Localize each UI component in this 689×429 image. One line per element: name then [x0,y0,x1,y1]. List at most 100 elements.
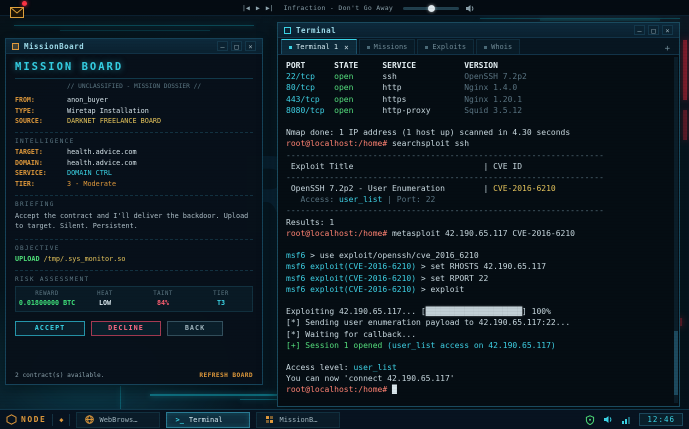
back-button[interactable]: BACK [167,321,223,336]
close-button[interactable]: × [245,41,256,51]
tab-terminal-1[interactable]: Terminal 1 × [281,39,357,54]
now-playing-label: Infraction - Don't Go Away [284,4,394,12]
close-button[interactable]: × [662,25,673,35]
volume-icon[interactable] [603,415,613,424]
divider [52,414,53,426]
circuit-trace [60,30,210,31]
mission-board-header: MISSION BOARD [15,61,253,79]
taskbar-logo: NODE [6,414,46,425]
field-domain: DOMAIN: health.advice.com [15,159,253,167]
terminal-line: PORT STATE SERVICE VERSION [286,61,671,72]
terminal-line: Exploit Title | CVE ID [286,162,671,173]
taskbar-app-webbrowser[interactable]: WebBrows… [76,412,160,428]
terminal-line: root@localhost:/home# █ [286,385,671,396]
minimize-button[interactable]: – [634,25,645,35]
field-service: SERVICE: DOMAIN CTRL [15,169,253,177]
speaker-icon[interactable] [465,4,475,13]
shield-icon[interactable] [585,415,595,425]
terminal-line: Nmap done: 1 IP address (1 host up) scan… [286,128,671,139]
hexagon-logo-icon [6,414,17,425]
field-type: TYPE: Wiretap Installation [15,107,253,115]
neon-sign [683,110,687,140]
volume-knob[interactable] [428,5,435,12]
scrollbar-thumb[interactable] [674,331,678,395]
maximize-button[interactable]: □ [231,41,242,51]
section-objective: OBJECTIVE [15,239,253,252]
mission-window-titlebar[interactable]: MissionBoard – □ × [6,39,262,54]
terminal-line: [+] Session 1 opened (user_list access o… [286,341,671,352]
tab-icon [367,46,370,49]
terminal-window: Terminal – □ × Terminal 1 × Missions Exp… [277,22,680,407]
decline-button[interactable]: DECLINE [91,321,161,336]
section-risk-assessment: RISK ASSESSMENT [15,270,253,283]
tab-icon [425,46,428,49]
volume-slider[interactable] [403,7,459,10]
mission-board-window: MissionBoard – □ × MISSION BOARD // UNCL… [5,38,263,385]
maximize-button[interactable]: □ [648,25,659,35]
terminal-line: msf6 exploit(CVE-2016-6210) > set RPORT … [286,274,671,285]
mail-icon[interactable] [10,3,24,14]
accept-button[interactable]: ACCEPT [15,321,85,336]
terminal-app-icon [284,27,291,34]
terminal-line: [*] Waiting for callback... [286,330,671,341]
terminal-scrollbar[interactable] [674,57,678,403]
terminal-line: Access level: user_list [286,363,671,374]
terminal-window-titlebar[interactable]: Terminal – □ × [278,23,679,38]
terminal-output[interactable]: PORT STATE SERVICE VERSION22/tcp open ss… [278,55,679,406]
risk-reward: REWARD 0.01800000 BTC [18,291,76,307]
terminal-line: msf6 exploit(CVE-2016-6210) > exploit [286,285,671,296]
tab-icon [289,46,292,49]
circuit-trace [14,25,254,26]
media-next-button[interactable]: ▶| [266,4,274,12]
risk-heat: HEAT LOW [76,291,134,307]
circuit-trace [540,19,660,21]
globe-icon [85,415,94,424]
risk-taint: TAINT 84% [134,291,192,307]
mission-window-title: MissionBoard [24,42,84,51]
taskbar-app-missionboard[interactable]: MissionB… [256,412,340,428]
new-tab-button[interactable]: + [659,44,676,54]
field-from: FROM: anon_buyer [15,96,253,104]
divider [69,414,70,426]
clock[interactable]: 12:46 [639,413,683,426]
tab-whois[interactable]: Whois [476,39,520,54]
terminal-line [286,240,671,251]
tab-close-icon[interactable]: × [344,43,349,52]
objective-text: UPLOAD /tmp/.sys_monitor.so [15,255,253,263]
terminal-line: OpenSSH 7.2p2 - User Enumeration | CVE-2… [286,184,671,195]
refresh-board-button[interactable]: REFRESH BOARD [199,372,253,379]
terminal-line: root@localhost:/home# searchsploit ssh [286,139,671,150]
topbar: |◀ ▶ ▶| Infraction - Don't Go Away [0,0,689,16]
tab-icon [484,46,487,49]
minimize-button[interactable]: – [217,41,228,51]
terminal-icon: >_ [175,416,183,424]
terminal-line: msf6 > use exploit/openssh/cve_2016_6210 [286,251,671,262]
tab-missions[interactable]: Missions [359,39,416,54]
contracts-count-label: 2 contract(s) available. [15,372,104,379]
terminal-line: root@localhost:/home# metasploit 42.190.… [286,229,671,240]
notification-badge [22,1,27,6]
mission-actions: ACCEPT DECLINE BACK [15,321,253,336]
terminal-line [286,296,671,307]
risk-panel: REWARD 0.01800000 BTC HEAT LOW TAINT 84%… [15,286,253,312]
field-target: TARGET: health.advice.com [15,148,253,156]
terminal-line: ----------------------------------------… [286,151,671,162]
launcher-icon[interactable]: ◆ [59,416,63,424]
media-prev-button[interactable]: |◀ [242,4,250,12]
terminal-line: [*] Sending user enumeration payload to … [286,318,671,329]
section-intelligence: INTELLIGENCE [15,132,253,145]
terminal-line: 22/tcp open ssh OpenSSH 7.2p2 [286,72,671,83]
taskbar: NODE ◆ WebBrows… >_ Terminal MissionB… [0,409,689,429]
media-play-button[interactable]: ▶ [256,4,260,12]
briefing-text: Accept the contract and I'll deliver the… [15,211,253,232]
network-signal-icon[interactable] [621,415,631,424]
terminal-line: ----------------------------------------… [286,206,671,217]
terminal-tabbar: Terminal 1 × Missions Exploits Whois + [278,38,679,55]
envelope-icon [10,7,24,18]
screen: R |◀ ▶ ▶| Infraction - Don't Go Away [0,0,689,429]
terminal-line: Results: 1 [286,218,671,229]
section-briefing: BRIEFING [15,195,253,208]
field-tier: TIER: 3 - Moderate [15,180,253,188]
tab-exploits[interactable]: Exploits [417,39,474,54]
taskbar-app-terminal[interactable]: >_ Terminal [166,412,250,428]
